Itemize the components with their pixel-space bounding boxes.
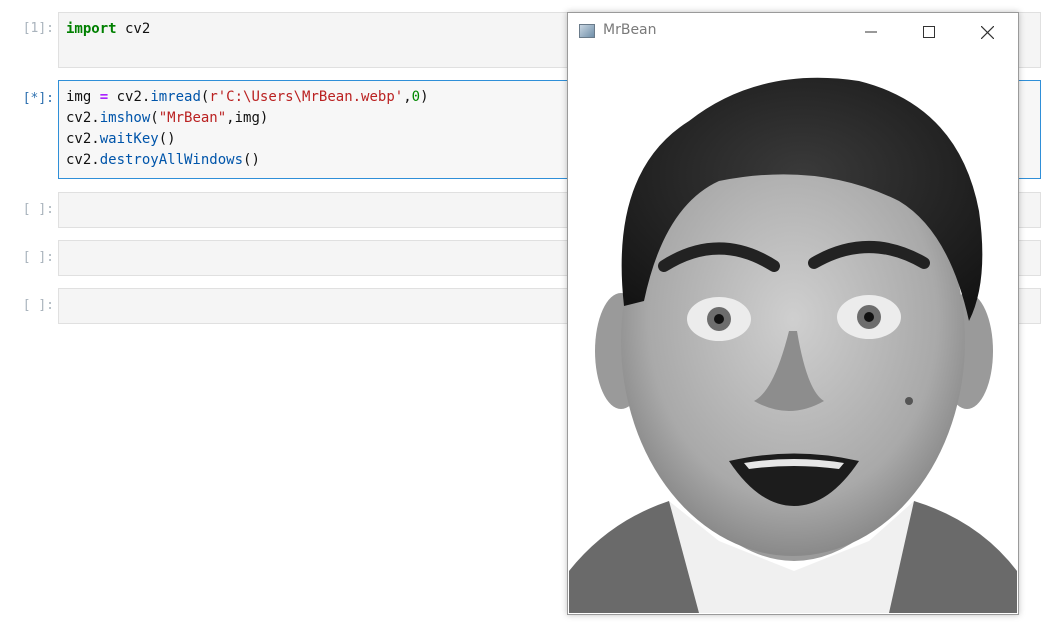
cell-prompt: [*]: <box>22 91 54 106</box>
cell-prompt: [ ]: <box>22 202 54 217</box>
minimize-icon <box>865 31 877 33</box>
code-line: cv2.imshow("MrBean",img) <box>66 108 429 129</box>
cell-prompt: [1]: <box>22 21 54 36</box>
code-line: cv2.waitKey() <box>66 129 429 150</box>
code-token: "MrBean" <box>158 110 227 126</box>
code-token: ) <box>420 89 429 105</box>
code-token: img <box>66 89 100 105</box>
code-line: cv2.destroyAllWindows() <box>66 150 429 171</box>
code-line: img = cv2.imread(r'C:\Users\MrBean.webp'… <box>66 87 429 108</box>
code-token: waitKey <box>99 131 159 147</box>
code-token: , <box>403 89 412 105</box>
portrait-image <box>569 51 1017 613</box>
maximize-icon <box>923 26 935 38</box>
code-token: () <box>158 131 176 147</box>
code-line: import cv2 <box>66 19 150 40</box>
minimize-button[interactable] <box>848 13 894 51</box>
code-token: cv2. <box>108 89 151 105</box>
cell-prompt: [ ]: <box>22 298 54 313</box>
code-token: import <box>66 21 117 37</box>
code-token: cv2. <box>66 110 100 126</box>
code-token: ,img) <box>226 110 269 126</box>
code-token: imshow <box>99 110 151 126</box>
code-token: cv2. <box>66 131 100 147</box>
window-title: MrBean <box>603 22 657 38</box>
window-titlebar[interactable]: MrBean <box>568 13 1018 51</box>
code-token: imread <box>150 89 201 105</box>
code-token: destroyAllWindows <box>99 152 244 168</box>
maximize-button[interactable] <box>906 13 952 51</box>
code-token: = <box>99 89 109 105</box>
code-token: () <box>243 152 260 168</box>
image-window[interactable]: MrBean <box>567 12 1019 615</box>
close-icon <box>980 25 994 39</box>
image-canvas <box>569 51 1017 613</box>
code-token: cv2. <box>66 152 100 168</box>
cell-prompt: [ ]: <box>22 250 54 265</box>
close-button[interactable] <box>964 13 1010 51</box>
code-text: img = cv2.imread(r'C:\Users\MrBean.webp'… <box>66 87 429 171</box>
app-window-icon <box>579 24 595 38</box>
code-token: cv2 <box>116 21 151 37</box>
code-token: r'C:\Users\MrBean.webp' <box>209 89 404 105</box>
code-text: import cv2 <box>66 19 150 40</box>
code-token: ( <box>150 110 159 126</box>
code-token: 0 <box>411 89 421 105</box>
